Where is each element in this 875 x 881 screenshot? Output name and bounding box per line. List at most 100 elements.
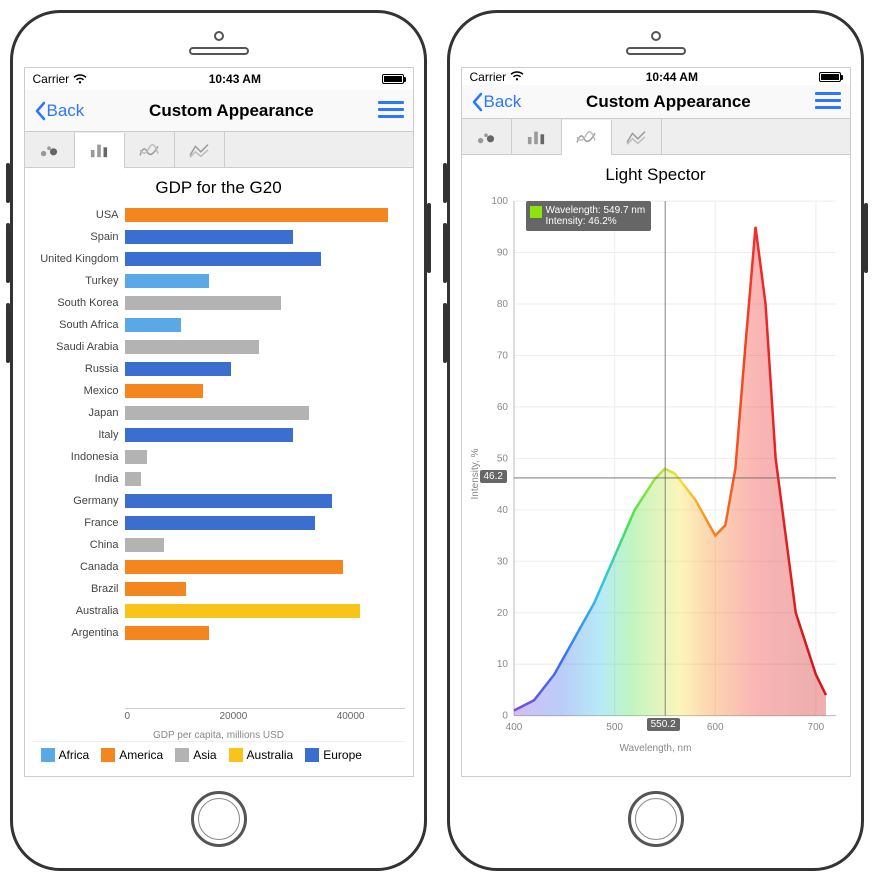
crosshair-x-label: 550.2 (647, 718, 680, 731)
bar-fill[interactable] (125, 428, 293, 442)
area-chart[interactable]: Wavelength: 549.7 nm Intensity: 46.2% 01… (462, 191, 850, 776)
home-button[interactable] (628, 791, 684, 847)
bar-fill[interactable] (125, 450, 147, 464)
tab-bubble[interactable] (462, 119, 512, 155)
bar-label: Mexico (33, 385, 125, 397)
bar-fill[interactable] (125, 296, 282, 310)
bar-row: Turkey (33, 270, 405, 292)
bar-row: Australia (33, 600, 405, 622)
bar-label: Saudi Arabia (33, 341, 125, 353)
bar-label: Argentina (33, 627, 125, 639)
svg-text:10: 10 (496, 659, 508, 670)
bar-fill[interactable] (125, 318, 181, 332)
screen-right: Carrier 10:44 AM Back Custom Appearance (461, 67, 851, 777)
legend-item[interactable]: America (101, 748, 163, 762)
camera-dot (651, 31, 661, 41)
svg-text:60: 60 (496, 402, 508, 413)
tab-bar[interactable] (75, 133, 125, 169)
svg-text:30: 30 (496, 556, 508, 567)
status-bar: Carrier 10:44 AM (462, 68, 850, 85)
bar-row: Italy (33, 424, 405, 446)
x-axis-label: Wavelength, nm (620, 743, 692, 754)
wifi-icon (73, 72, 87, 87)
bar-fill[interactable] (125, 494, 332, 508)
svg-text:90: 90 (496, 248, 508, 259)
carrier-label: Carrier (33, 72, 70, 86)
x-tick: 20000 (219, 711, 247, 722)
menu-button[interactable] (378, 101, 404, 121)
home-button[interactable] (191, 791, 247, 847)
legend-item[interactable]: Europe (305, 748, 362, 762)
bar-fill[interactable] (125, 340, 259, 354)
bar-fill[interactable] (125, 230, 293, 244)
back-button[interactable]: Back (470, 92, 522, 112)
legend-item[interactable]: Australia (229, 748, 294, 762)
nav-bar: Back Custom Appearance (25, 90, 413, 132)
bar-fill[interactable] (125, 362, 231, 376)
bar-label: United Kingdom (33, 253, 125, 265)
legend-item[interactable]: Asia (175, 748, 216, 762)
bar-fill[interactable] (125, 538, 164, 552)
bar-fill[interactable] (125, 604, 360, 618)
svg-text:50: 50 (496, 453, 508, 464)
bar-fill[interactable] (125, 384, 203, 398)
clock-label: 10:43 AM (209, 72, 261, 86)
bar-chart[interactable]: USASpainUnited KingdomTurkeySouth KoreaS… (25, 204, 413, 776)
svg-text:20: 20 (496, 608, 508, 619)
tooltip-swatch-icon (530, 206, 542, 218)
bar-fill[interactable] (125, 208, 388, 222)
bar-row: Mexico (33, 380, 405, 402)
bar-label: South Africa (33, 319, 125, 331)
bar-fill[interactable] (125, 252, 321, 266)
legend-label: America (119, 748, 163, 762)
page-title: Custom Appearance (586, 92, 751, 112)
bar-fill[interactable] (125, 560, 343, 574)
menu-button[interactable] (815, 92, 841, 112)
bar-fill[interactable] (125, 626, 209, 640)
svg-text:500: 500 (606, 722, 623, 733)
tab-spline[interactable] (562, 120, 612, 156)
legend-label: Africa (59, 748, 90, 762)
bar-label: China (33, 539, 125, 551)
legend-swatch-icon (41, 748, 55, 762)
legend-label: Europe (323, 748, 362, 762)
legend-item[interactable]: Africa (41, 748, 90, 762)
chart-tooltip: Wavelength: 549.7 nm Intensity: 46.2% (526, 201, 652, 231)
bar-label: Russia (33, 363, 125, 375)
svg-text:40: 40 (496, 505, 508, 516)
battery-icon (382, 74, 404, 84)
camera-dot (214, 31, 224, 41)
bar-label: Japan (33, 407, 125, 419)
bar-row: Argentina (33, 622, 405, 644)
earpiece (189, 47, 249, 55)
bar-label: Brazil (33, 583, 125, 595)
bar-fill[interactable] (125, 274, 209, 288)
bar-fill[interactable] (125, 472, 142, 486)
svg-text:700: 700 (807, 722, 824, 733)
bar-row: India (33, 468, 405, 490)
battery-icon (819, 72, 841, 82)
back-button[interactable]: Back (33, 101, 85, 121)
wifi-icon (510, 69, 524, 84)
bar-fill[interactable] (125, 582, 187, 596)
bar-label: Canada (33, 561, 125, 573)
bar-label: USA (33, 209, 125, 221)
x-tick: 40000 (337, 711, 365, 722)
bar-fill[interactable] (125, 516, 315, 530)
bar-label: Italy (33, 429, 125, 441)
legend-label: Asia (193, 748, 216, 762)
bar-row: France (33, 512, 405, 534)
bar-label: Turkey (33, 275, 125, 287)
tab-area[interactable] (612, 119, 662, 155)
tab-spline[interactable] (125, 132, 175, 168)
legend-swatch-icon (101, 748, 115, 762)
tab-bar[interactable] (512, 119, 562, 155)
legend-swatch-icon (305, 748, 319, 762)
clock-label: 10:44 AM (646, 70, 698, 84)
tab-area[interactable] (175, 132, 225, 168)
y-axis-label: Intensity, % (470, 448, 481, 499)
x-axis: 02000040000 (125, 708, 405, 728)
svg-text:100: 100 (491, 196, 508, 207)
bar-fill[interactable] (125, 406, 310, 420)
tab-bubble[interactable] (25, 132, 75, 168)
